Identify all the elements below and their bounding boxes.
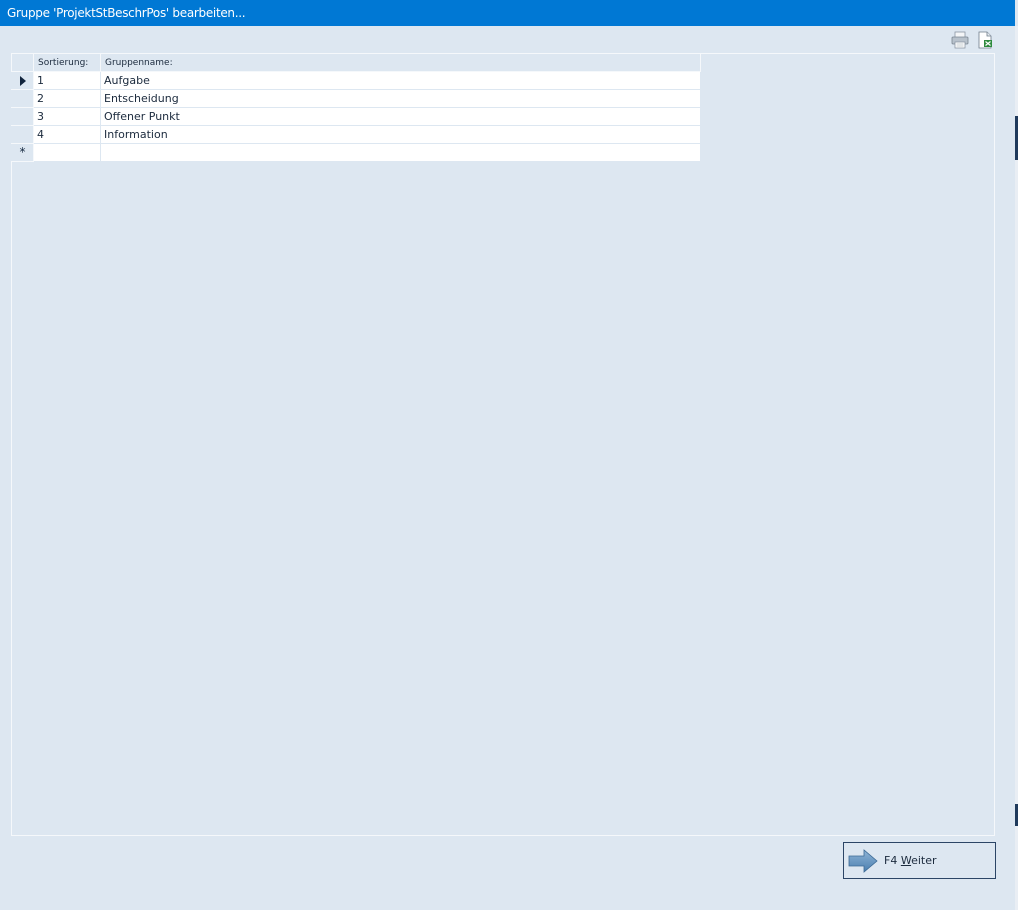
cell-gruppenname[interactable]: Offener Punkt <box>100 107 701 126</box>
cell-gruppenname[interactable]: Information <box>100 125 701 144</box>
grid-panel <box>11 53 995 836</box>
row-selector[interactable] <box>11 89 34 108</box>
column-header-gruppenname[interactable]: Gruppenname: <box>100 54 701 72</box>
table-row[interactable]: 4 Information <box>11 125 701 144</box>
row-header-corner <box>11 54 34 72</box>
cell-sortierung[interactable]: 2 <box>33 89 101 108</box>
export-excel-button[interactable] <box>975 30 995 50</box>
table-row[interactable]: 2 Entscheidung <box>11 89 701 108</box>
cell-sortierung[interactable]: 1 <box>33 71 101 90</box>
new-row[interactable]: * <box>11 143 701 162</box>
table-row[interactable]: 1 Aufgabe <box>11 71 701 90</box>
arrow-right-icon <box>848 848 878 873</box>
table-row[interactable]: 3 Offener Punkt <box>11 107 701 126</box>
new-cell-gruppenname[interactable] <box>100 143 701 162</box>
next-button[interactable]: F4 Weiter <box>843 842 996 879</box>
cell-sortierung[interactable]: 3 <box>33 107 101 126</box>
row-selector[interactable] <box>11 71 34 90</box>
row-selector[interactable] <box>11 107 34 126</box>
row-selector[interactable] <box>11 125 34 144</box>
column-header-sortierung[interactable]: Sortierung: <box>33 54 101 72</box>
cell-gruppenname[interactable]: Entscheidung <box>100 89 701 108</box>
current-row-indicator-icon <box>19 76 26 86</box>
row-selector[interactable]: * <box>11 143 34 162</box>
print-button[interactable] <box>950 30 970 50</box>
cell-gruppenname[interactable]: Aufgabe <box>100 71 701 90</box>
window-title: Gruppe 'ProjektStBeschrPos' bearbeiten..… <box>0 0 1015 26</box>
new-row-asterisk-icon: * <box>19 145 26 159</box>
new-cell-sortierung[interactable] <box>33 143 101 162</box>
next-button-label: F4 Weiter <box>884 854 937 867</box>
printer-icon <box>951 31 969 49</box>
excel-export-icon <box>978 31 992 49</box>
groups-grid: Sortierung: Gruppenname: 1 Aufgabe 2 Ent… <box>11 54 701 162</box>
cell-sortierung[interactable]: 4 <box>33 125 101 144</box>
